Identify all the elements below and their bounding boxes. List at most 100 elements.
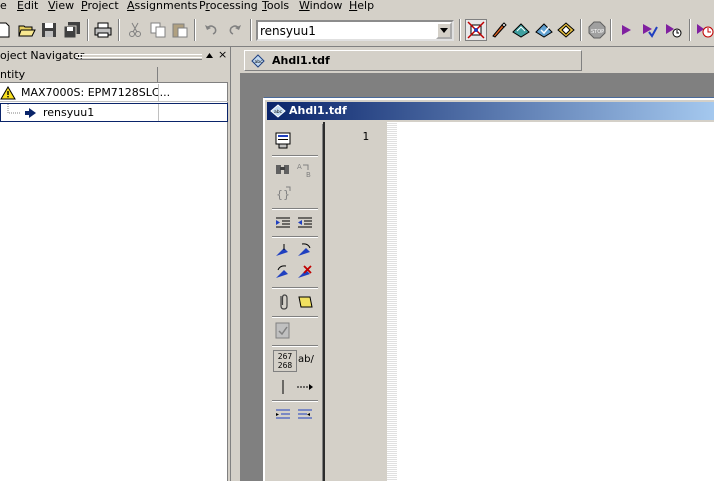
close-icon[interactable]: ×	[218, 49, 228, 61]
document-window: abc Ahdl1.tdf AB {} 267 268 ab/ 1	[263, 98, 714, 481]
project-navigator-tree: ntity MAX7000S: EPM7128SLC... rensyuu1	[0, 67, 228, 481]
paste-icon[interactable]	[170, 20, 190, 40]
svg-text:B: B	[306, 171, 311, 178]
settings-icon[interactable]	[511, 20, 531, 40]
open-folder-icon[interactable]	[17, 20, 37, 40]
save-all-icon[interactable]	[62, 20, 82, 40]
find-matching-delimiter-icon[interactable]: {}	[272, 183, 294, 205]
start-timing-analyzer-icon[interactable]	[663, 20, 683, 40]
vertical-line-icon[interactable]	[272, 376, 294, 398]
assignment-editor-icon[interactable]	[489, 20, 509, 40]
start-analysis-icon[interactable]	[639, 20, 659, 40]
tree-row-entity[interactable]: rensyuu1	[0, 103, 228, 122]
triangle-up-icon[interactable]	[206, 52, 213, 58]
redo-icon[interactable]	[225, 20, 245, 40]
text-editor[interactable]: 1	[323, 122, 714, 481]
ahdl-file-icon: abc	[251, 54, 265, 68]
clear-bookmarks-icon[interactable]	[294, 262, 316, 284]
toolbar-separator	[610, 19, 612, 41]
copy-icon[interactable]	[148, 20, 168, 40]
toolbar-separator	[118, 19, 120, 41]
entity-combo-value: rensyuu1	[260, 24, 316, 38]
toolbar-separator	[194, 19, 196, 41]
undo-icon[interactable]	[201, 20, 221, 40]
comment-block-icon[interactable]	[294, 291, 316, 313]
column-divider	[158, 104, 159, 121]
tree-row-device[interactable]: MAX7000S: EPM7128SLC...	[0, 84, 228, 102]
timing-wizard-icon[interactable]	[695, 20, 714, 40]
align-right-icon[interactable]	[272, 404, 294, 426]
replace-icon[interactable]: AB	[294, 159, 316, 181]
toggle-bookmark-icon[interactable]	[272, 240, 294, 262]
chip-planner-icon[interactable]	[556, 20, 576, 40]
toolbar-separator	[580, 19, 582, 41]
toolbar-separator	[459, 19, 461, 41]
document-tab-bar: abc Ahdl1.tdf	[240, 47, 714, 73]
previous-bookmark-icon[interactable]	[272, 262, 294, 284]
insert-template-icon[interactable]	[272, 130, 294, 152]
save-icon[interactable]	[39, 20, 59, 40]
attachment-icon[interactable]	[272, 291, 294, 313]
menu-file[interactable]: e	[0, 0, 7, 15]
device-settings-icon[interactable]	[534, 20, 554, 40]
editor-margin	[387, 122, 397, 481]
column-header: ntity	[0, 67, 228, 83]
pin-planner-icon[interactable]	[465, 19, 487, 41]
align-left-icon[interactable]	[294, 404, 316, 426]
menu-help[interactable]: Help	[349, 0, 374, 15]
menu-edit[interactable]: Edit	[17, 0, 38, 15]
project-navigator-titlebar[interactable]: oject Navigator ×	[0, 48, 230, 64]
svg-text:STOP: STOP	[591, 29, 604, 35]
toolbar-separator	[272, 236, 318, 238]
toolbar-separator	[250, 19, 252, 41]
entity-arrow-icon	[25, 108, 36, 118]
menu-project[interactable]: Project	[81, 0, 119, 15]
toolbar-separator	[272, 316, 318, 318]
menu-assignments[interactable]: Assignments	[127, 0, 198, 15]
tree-connector-icon	[7, 104, 21, 114]
document-title: Ahdl1.tdf	[289, 104, 347, 117]
stop-icon[interactable]: STOP	[587, 20, 607, 40]
document-titlebar[interactable]: abc Ahdl1.tdf	[267, 102, 714, 120]
decrease-indent-icon[interactable]	[294, 212, 316, 234]
cut-icon[interactable]	[125, 20, 145, 40]
text-editor-toolbar: AB {} 267 268 ab/	[268, 124, 323, 481]
menu-tools[interactable]: Tools	[262, 0, 289, 15]
increase-indent-icon[interactable]	[272, 212, 294, 234]
line-number-toggle[interactable]: 267 268	[273, 350, 297, 372]
menu-window[interactable]: Window	[299, 0, 342, 15]
line-number-gutter: 1	[325, 122, 387, 481]
entity-combo-box[interactable]: rensyuu1	[256, 20, 454, 41]
main-toolbar: rensyuu1 STOP	[0, 15, 714, 47]
svg-text:abc: abc	[255, 59, 264, 65]
check-syntax-icon[interactable]	[272, 320, 294, 342]
svg-text:abc: abc	[274, 109, 283, 115]
print-icon[interactable]	[93, 20, 113, 40]
menu-view[interactable]: View	[48, 0, 74, 15]
next-bookmark-icon[interactable]	[294, 240, 316, 262]
chevron-down-icon	[440, 28, 448, 33]
svg-text:{}: {}	[276, 188, 290, 201]
toolbar-separator	[689, 19, 691, 41]
arrow-right-icon[interactable]	[294, 376, 316, 398]
line-number: 1	[362, 130, 369, 143]
word-wrap-button[interactable]: ab/	[298, 354, 314, 365]
menu-processing[interactable]: Processing	[199, 0, 258, 15]
toolbar-separator	[272, 155, 318, 157]
entity-label: rensyuu1	[43, 106, 95, 119]
find-icon[interactable]	[272, 159, 294, 181]
panel-grip[interactable]	[76, 57, 202, 60]
ahdl-file-icon: abc	[270, 104, 286, 118]
project-navigator-panel: oject Navigator × ntity MAX7000S: EPM712…	[0, 47, 230, 481]
splitter[interactable]	[230, 47, 240, 481]
new-icon[interactable]	[0, 20, 14, 40]
toolbar-separator	[272, 208, 318, 210]
combo-dropdown-button[interactable]	[436, 22, 452, 39]
warning-triangle-icon	[0, 86, 16, 100]
start-compilation-icon[interactable]	[616, 20, 636, 40]
menu-bar: e Edit View Project Assignments Processi…	[0, 0, 714, 15]
device-label: MAX7000S: EPM7128SLC...	[21, 86, 171, 99]
toolbar-separator	[87, 19, 89, 41]
column-header-entity[interactable]: ntity	[0, 67, 158, 83]
tab-ahdl1[interactable]: abc Ahdl1.tdf	[244, 50, 582, 71]
